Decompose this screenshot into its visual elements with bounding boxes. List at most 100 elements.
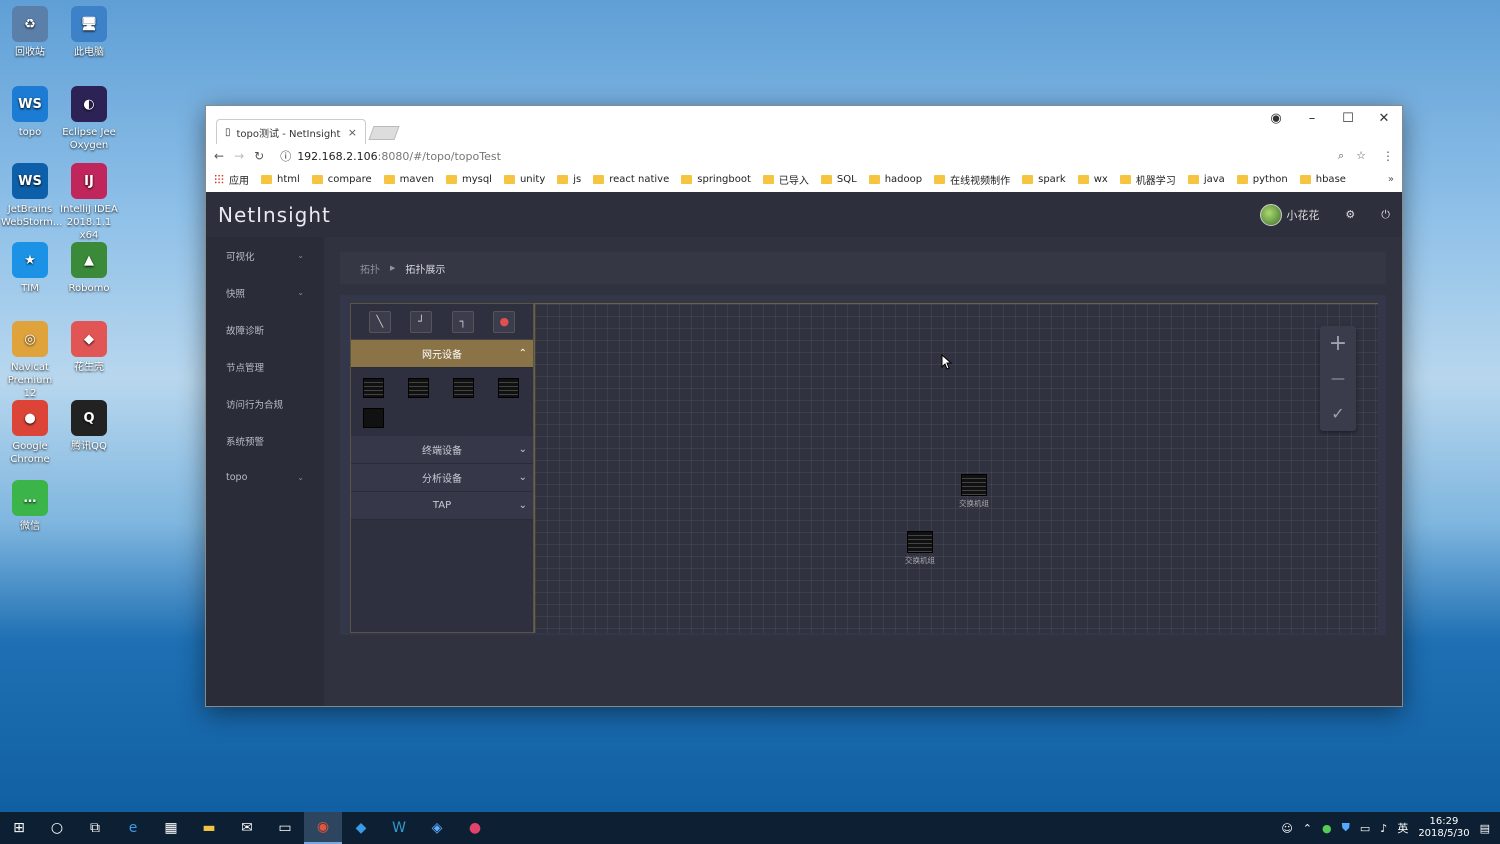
app-icon[interactable]: ◈ bbox=[418, 812, 456, 844]
store-icon[interactable]: ▦ bbox=[152, 812, 190, 844]
edge-icon[interactable]: e bbox=[114, 812, 152, 844]
bookmark-item[interactable]: python bbox=[1236, 174, 1288, 185]
router-device-icon[interactable] bbox=[408, 378, 429, 398]
folder-icon bbox=[681, 174, 693, 184]
zoom-in-button[interactable]: + bbox=[1320, 326, 1356, 361]
bookmark-item[interactable]: html bbox=[261, 174, 300, 185]
notification-icon[interactable]: ▤ bbox=[1480, 822, 1490, 835]
location-pin-icon[interactable]: ● bbox=[493, 310, 516, 333]
bookmark-item[interactable]: hadoop bbox=[868, 174, 922, 185]
wechat-tray-icon[interactable]: ● bbox=[1322, 822, 1332, 835]
desktop-icon[interactable]: ◐ Eclipse Jee Oxygen bbox=[60, 86, 118, 152]
line-tool-icon[interactable]: ╲ bbox=[368, 310, 391, 333]
bookmark-item[interactable]: mysql bbox=[445, 174, 492, 185]
rack-device-icon[interactable] bbox=[498, 378, 519, 398]
desktop-icon[interactable]: 🖥 此电脑 bbox=[60, 6, 118, 59]
sidebar-item[interactable]: 节点管理 bbox=[206, 348, 324, 385]
confirm-button[interactable]: ✓ bbox=[1320, 396, 1356, 431]
bookmark-item[interactable]: 在线视频制作 bbox=[934, 172, 1010, 187]
bookmark-item[interactable]: springboot bbox=[681, 174, 751, 185]
desktop-icon[interactable]: WS topo bbox=[1, 86, 59, 139]
maximize-button[interactable]: ☐ bbox=[1330, 106, 1366, 130]
volume-icon[interactable]: ♪ bbox=[1380, 822, 1387, 835]
elbow-tool-icon[interactable]: ┐ bbox=[451, 310, 474, 333]
reload-icon[interactable]: ↻ bbox=[254, 149, 264, 163]
topology-canvas[interactable]: 交换机组 交换机组 + — ✓ bbox=[534, 303, 1378, 633]
bookmark-item[interactable]: js bbox=[557, 174, 581, 185]
zoom-icon[interactable]: ⌕ bbox=[1338, 149, 1344, 163]
file-explorer-icon[interactable]: ▬ bbox=[190, 812, 228, 844]
ime-indicator[interactable]: 英 bbox=[1397, 820, 1408, 836]
terminal-icon[interactable]: ▭ bbox=[266, 812, 304, 844]
sidebar-item[interactable]: topo ⌄ bbox=[206, 459, 324, 496]
desktop-icon[interactable]: IJ IntelliJ IDEA 2018.1.1 x64 bbox=[60, 163, 118, 242]
tab-close-icon[interactable]: × bbox=[348, 126, 357, 139]
topology-node[interactable]: 交换机组 bbox=[959, 474, 989, 509]
polyline-tool-icon[interactable]: ┘ bbox=[410, 310, 433, 333]
desktop-icon[interactable]: ◆ 花生壳 bbox=[60, 321, 118, 374]
close-window-button[interactable]: ✕ bbox=[1366, 106, 1402, 130]
user-menu[interactable]: 小花花 bbox=[1260, 203, 1319, 226]
back-icon[interactable]: ← bbox=[214, 149, 224, 163]
clock[interactable]: 16:29 2018/5/30 bbox=[1418, 816, 1469, 840]
people-icon[interactable]: ☺ bbox=[1281, 822, 1292, 835]
webstorm-icon[interactable]: W bbox=[380, 812, 418, 844]
bookmark-star-icon[interactable]: ☆ bbox=[1356, 149, 1366, 163]
sidebar-item[interactable]: 故障诊断 bbox=[206, 311, 324, 348]
task-view-icon[interactable]: ⧉ bbox=[76, 812, 114, 844]
bookmark-item[interactable]: compare bbox=[311, 174, 372, 185]
desktop-icon[interactable]: … 微信 bbox=[1, 480, 59, 533]
gear-icon[interactable]: ⚙ bbox=[1345, 208, 1355, 221]
bookmark-item[interactable]: react native bbox=[593, 174, 669, 185]
desktop-icon[interactable]: ♻ 回收站 bbox=[1, 6, 59, 59]
power-icon[interactable]: ⏻ bbox=[1381, 208, 1390, 222]
group-network-devices[interactable]: 网元设备 ⌃ bbox=[351, 340, 533, 368]
desktop-icon[interactable]: Q 腾讯QQ bbox=[60, 400, 118, 453]
chrome-icon[interactable]: ◉ bbox=[304, 812, 342, 844]
bookmark-item[interactable]: 已导入 bbox=[762, 172, 809, 187]
bookmarks-more-icon[interactable]: » bbox=[1388, 174, 1394, 185]
sidebar-item[interactable]: 系统预警 bbox=[206, 422, 324, 459]
bookmark-item[interactable]: java bbox=[1187, 174, 1225, 185]
browser-tab[interactable]: ▯ topo测试 - NetInsight × bbox=[216, 119, 366, 144]
recorder-icon[interactable]: ● bbox=[456, 812, 494, 844]
desktop-icon[interactable]: ▲ Robomo bbox=[60, 242, 118, 295]
profile-icon[interactable]: ◉ bbox=[1258, 106, 1294, 130]
sidebar-item[interactable]: 可视化 ⌄ bbox=[206, 237, 324, 274]
chevron-up-icon[interactable]: ⌃ bbox=[1303, 822, 1312, 835]
bookmark-item[interactable]: wx bbox=[1077, 174, 1108, 185]
bookmark-item[interactable]: 机器学习 bbox=[1119, 172, 1176, 187]
url-input[interactable]: ⓘ 192.168.2.106:8080/#/topo/topoTest ⌕ ☆ bbox=[274, 145, 1372, 167]
desktop-icon[interactable]: ● Google Chrome bbox=[1, 400, 59, 466]
sidebar-item[interactable]: 访问行为合规 bbox=[206, 385, 324, 422]
tim-icon[interactable]: ◆ bbox=[342, 812, 380, 844]
bookmark-item[interactable]: 应用 bbox=[214, 172, 249, 187]
desktop-icon[interactable]: WS JetBrains WebStorm... bbox=[1, 163, 62, 229]
desktop-icon[interactable]: ★ TIM bbox=[1, 242, 59, 295]
new-tab-button[interactable] bbox=[368, 126, 400, 140]
wireless-ap-device-icon[interactable] bbox=[363, 408, 384, 428]
sidebar-item[interactable]: 快照 ⌄ bbox=[206, 274, 324, 311]
switch-device-icon[interactable] bbox=[363, 378, 384, 398]
minimize-button[interactable]: – bbox=[1294, 106, 1330, 130]
network-icon[interactable]: ▭ bbox=[1360, 822, 1370, 835]
shield-icon[interactable]: ⛊ bbox=[1342, 821, 1350, 835]
group-tap[interactable]: TAP ⌄ bbox=[351, 492, 533, 520]
start-button[interactable]: ⊞ bbox=[0, 812, 38, 844]
group-analysis-devices[interactable]: 分析设备 ⌄ bbox=[351, 464, 533, 492]
search-icon[interactable]: ○ bbox=[38, 812, 76, 844]
topology-node[interactable]: 交换机组 bbox=[905, 531, 935, 566]
group-terminal-devices[interactable]: 终端设备 ⌄ bbox=[351, 436, 533, 464]
bookmark-item[interactable]: unity bbox=[503, 174, 545, 185]
bookmark-item[interactable]: hbase bbox=[1299, 174, 1346, 185]
mail-icon[interactable]: ✉ bbox=[228, 812, 266, 844]
bookmark-item[interactable]: maven bbox=[383, 174, 434, 185]
server-device-icon[interactable] bbox=[453, 378, 474, 398]
menu-icon[interactable]: ⋮ bbox=[1382, 149, 1394, 163]
bookmark-item[interactable]: spark bbox=[1022, 174, 1066, 185]
desktop-icon[interactable]: ◎ Navicat Premium 12 bbox=[1, 321, 59, 400]
forward-icon[interactable]: → bbox=[234, 149, 244, 163]
bookmark-item[interactable]: SQL bbox=[820, 174, 857, 185]
breadcrumb-parent[interactable]: 拓扑 bbox=[360, 261, 380, 276]
zoom-out-button[interactable]: — bbox=[1320, 361, 1356, 396]
